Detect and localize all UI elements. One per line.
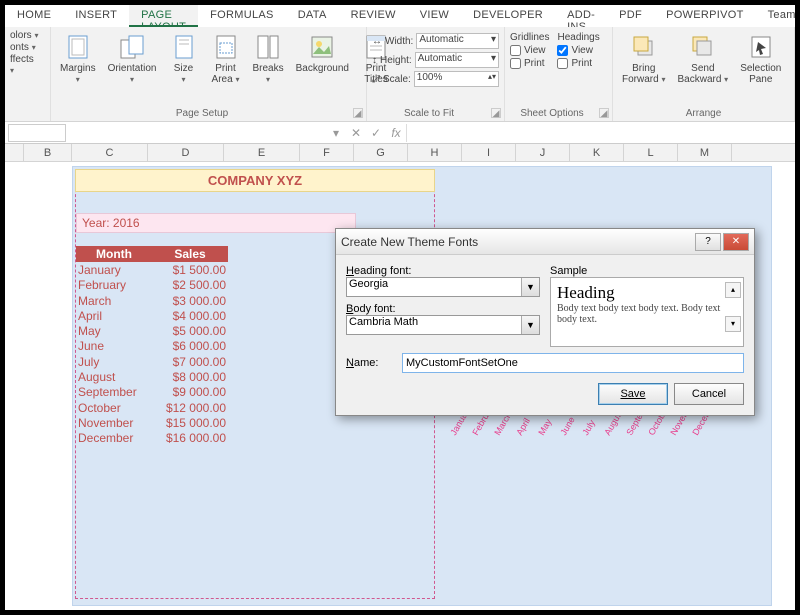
table-row: June$6 000.00 <box>76 339 228 354</box>
ribbon-tabs: HOME INSERT PAGE LAYOUT FORMULAS DATA RE… <box>5 5 795 27</box>
year-cell: Year: 2016 <box>76 213 356 233</box>
data-table-header: MonthSales <box>76 246 228 262</box>
body-font-label: Body font: <box>346 303 540 315</box>
save-button[interactable]: Save <box>598 383 668 405</box>
table-row: December$16 000.00 <box>76 431 228 446</box>
sample-preview: Heading Body text body text body text. B… <box>550 277 744 347</box>
scale-icon: ⤢ <box>372 74 380 85</box>
scale-scale-label: Scale: <box>383 74 411 85</box>
headings-label: Headings <box>557 32 599 43</box>
cancel-button[interactable]: Cancel <box>674 383 744 405</box>
width-icon: ↔ <box>372 36 382 47</box>
table-row: September$9 000.00 <box>76 385 228 400</box>
sample-scroll-up-icon[interactable]: ▴ <box>725 282 741 298</box>
headings-view-checkbox[interactable]: View <box>557 45 599 56</box>
scale-width-select[interactable]: Automatic▾ <box>416 33 499 49</box>
table-row: November$15 000.00 <box>76 416 228 431</box>
theme-name-input[interactable] <box>402 353 744 373</box>
tab-powerpivot[interactable]: POWERPIVOT <box>654 5 756 27</box>
enter-formula-icon[interactable]: ✓ <box>366 126 386 140</box>
scale-to-fit-label: Scale to Fit <box>404 108 454 119</box>
dialog-help-button[interactable]: ? <box>695 233 721 251</box>
formula-bar: ▾ ✕ ✓ fx <box>5 122 795 144</box>
table-row: March$3 000.00 <box>76 294 228 309</box>
sample-scroll-down-icon[interactable]: ▾ <box>725 316 741 332</box>
tab-developer[interactable]: DEVELOPER <box>461 5 555 27</box>
arrange-label: Arrange <box>686 108 722 119</box>
dropdown-arrow-icon[interactable]: ▼ <box>521 316 539 334</box>
dropdown-arrow-icon[interactable]: ▼ <box>521 278 539 296</box>
formula-dropdown-icon[interactable]: ▾ <box>326 126 346 140</box>
dialog-title: Create New Theme Fonts <box>341 235 693 249</box>
create-theme-fonts-dialog: Create New Theme Fonts ? ✕ Heading font:… <box>335 228 755 416</box>
table-row: July$7 000.00 <box>76 355 228 370</box>
name-box[interactable] <box>8 124 66 142</box>
scale-height-label: Height: <box>380 55 412 66</box>
tab-team[interactable]: Team <box>756 5 800 27</box>
sheet-options-label: Sheet Options <box>520 108 583 119</box>
scale-value[interactable]: 100%▴▾ <box>414 71 499 87</box>
gridlines-view-checkbox[interactable]: View <box>510 45 549 56</box>
gridlines-print-checkbox[interactable]: Print <box>510 58 549 69</box>
heading-font-select[interactable]: Georgia▼ <box>346 277 540 297</box>
sheet-options-launcher-icon[interactable]: ◢ <box>599 108 609 118</box>
themes-colors[interactable]: olors ▾ <box>10 30 39 41</box>
column-headers[interactable]: B C D E F G H I J K L M <box>5 144 795 162</box>
dialog-close-button[interactable]: ✕ <box>723 233 749 251</box>
data-table: January$1 500.00February$2 500.00March$3… <box>76 263 228 447</box>
table-row: May$5 000.00 <box>76 324 228 339</box>
tab-formulas[interactable]: FORMULAS <box>198 5 286 27</box>
formula-input[interactable] <box>406 124 795 142</box>
sample-label: Sample <box>550 265 744 277</box>
tab-insert[interactable]: INSERT <box>63 5 129 27</box>
tab-data[interactable]: DATA <box>286 5 339 27</box>
tab-addins[interactable]: ADD-INS <box>555 5 607 27</box>
page-setup-label: Page Setup <box>176 108 228 119</box>
tab-page-layout[interactable]: PAGE LAYOUT <box>129 5 198 27</box>
height-icon: ↕ <box>372 55 377 66</box>
table-row: April$4 000.00 <box>76 309 228 324</box>
tab-pdf[interactable]: PDF <box>607 5 654 27</box>
table-row: October$12 000.00 <box>76 401 228 416</box>
page-setup-launcher-icon[interactable]: ◢ <box>353 108 363 118</box>
body-font-select[interactable]: Cambria Math▼ <box>346 315 540 335</box>
cancel-formula-icon[interactable]: ✕ <box>346 126 366 140</box>
headings-print-checkbox[interactable]: Print <box>557 58 599 69</box>
insert-function-icon[interactable]: fx <box>386 126 406 140</box>
scale-width-label: Width: <box>385 36 413 47</box>
ribbon: olors ▾ onts ▾ ffects ▾ Margins▾ Orienta… <box>5 27 795 122</box>
themes-fonts[interactable]: onts ▾ <box>10 42 39 53</box>
tab-view[interactable]: VIEW <box>408 5 461 27</box>
table-row: August$8 000.00 <box>76 370 228 385</box>
gridlines-label: Gridlines <box>510 32 549 43</box>
tab-review[interactable]: REVIEW <box>339 5 408 27</box>
heading-font-label: Heading font: <box>346 265 540 277</box>
table-row: February$2 500.00 <box>76 278 228 293</box>
tab-home[interactable]: HOME <box>5 5 63 27</box>
scale-launcher-icon[interactable]: ◢ <box>491 108 501 118</box>
themes-effects[interactable]: ffects ▾ <box>10 54 39 76</box>
chart-category-axis: JanuaryFebruaryMarchAprilMayJuneJulyAugu… <box>457 427 721 437</box>
name-label: Name: <box>346 357 396 369</box>
company-header: COMPANY XYZ <box>75 169 435 192</box>
scale-height-select[interactable]: Automatic▾ <box>415 52 499 68</box>
table-row: January$1 500.00 <box>76 263 228 278</box>
